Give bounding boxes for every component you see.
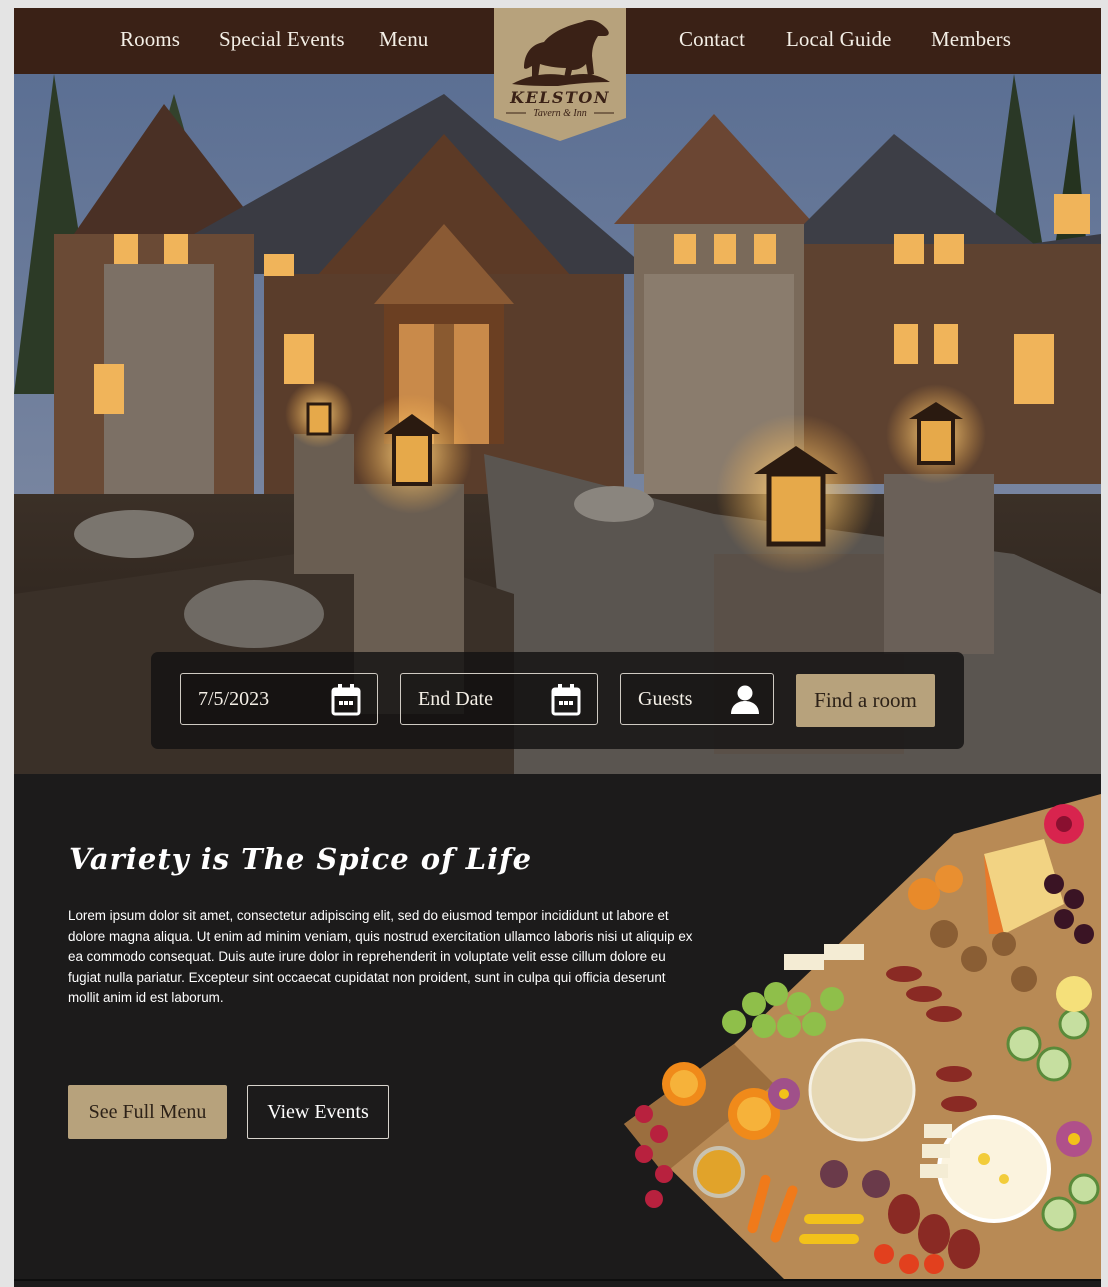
end-date-placeholder: End Date bbox=[418, 688, 493, 710]
feature-section: Variety is The Spice of Life Lorem ipsum… bbox=[14, 774, 1101, 1279]
person-icon bbox=[731, 685, 759, 714]
calendar-icon[interactable] bbox=[551, 684, 581, 716]
booking-bar: 7/5/2023 End Date Guests Find a room bbox=[151, 652, 964, 749]
guests-field[interactable]: Guests bbox=[620, 673, 774, 725]
nav-contact[interactable]: Contact bbox=[679, 27, 745, 52]
start-date-value: 7/5/2023 bbox=[198, 688, 270, 710]
footer-divider bbox=[14, 1279, 1101, 1281]
see-full-menu-button[interactable]: See Full Menu bbox=[68, 1085, 227, 1139]
find-room-button[interactable]: Find a room bbox=[796, 674, 935, 727]
logo-tagline: Tavern & Inn bbox=[533, 108, 587, 119]
nav-special-events[interactable]: Special Events bbox=[219, 27, 345, 52]
nav-members[interactable]: Members bbox=[931, 27, 1011, 52]
start-date-field[interactable]: 7/5/2023 bbox=[180, 673, 378, 725]
end-date-field[interactable]: End Date bbox=[400, 673, 598, 725]
charcuterie-image bbox=[624, 794, 1101, 1279]
view-events-button[interactable]: View Events bbox=[247, 1085, 389, 1139]
nav-rooms[interactable]: Rooms bbox=[120, 27, 180, 52]
logo-wordmark: KELSTON bbox=[509, 88, 610, 107]
feature-heading: Variety is The Spice of Life bbox=[69, 842, 533, 876]
calendar-icon[interactable] bbox=[331, 684, 361, 716]
nav-menu[interactable]: Menu bbox=[379, 27, 428, 52]
brand-logo[interactable]: KELSTON Tavern & Inn bbox=[494, 8, 626, 142]
logo-badge: KELSTON Tavern & Inn bbox=[494, 8, 626, 141]
page: Rooms Special Events Menu Contact Local … bbox=[14, 8, 1101, 1287]
nav-local-guide[interactable]: Local Guide bbox=[786, 27, 891, 52]
guests-placeholder: Guests bbox=[638, 688, 693, 710]
